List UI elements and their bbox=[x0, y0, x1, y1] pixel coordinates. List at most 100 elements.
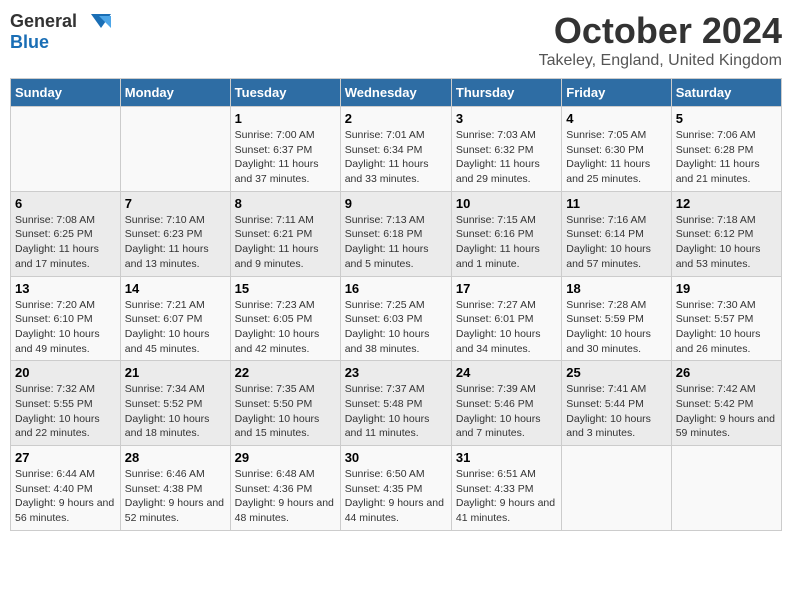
day-cell: 17 Sunrise: 7:27 AM Sunset: 6:01 PM Dayli… bbox=[451, 276, 561, 361]
day-info: Sunrise: 7:23 AM Sunset: 6:05 PM Dayligh… bbox=[235, 299, 320, 355]
day-cell: 31 Sunrise: 6:51 AM Sunset: 4:33 PM Dayli… bbox=[451, 446, 561, 531]
day-number: 7 bbox=[125, 196, 226, 211]
column-header-wednesday: Wednesday bbox=[340, 79, 451, 107]
day-cell: 19Sunrise: 7:30 AM Sunset: 5:57 PM Dayli… bbox=[671, 276, 781, 361]
week-row-5: 27Sunrise: 6:44 AM Sunset: 4:40 PM Dayli… bbox=[11, 446, 782, 531]
day-info: Sunrise: 7:05 AM Sunset: 6:30 PM Dayligh… bbox=[566, 129, 650, 185]
day-info: Sunrise: 7:00 AM Sunset: 6:37 PM Dayligh… bbox=[235, 129, 319, 185]
column-header-saturday: Saturday bbox=[671, 79, 781, 107]
location-title: Takeley, England, United Kingdom bbox=[539, 52, 782, 70]
day-info: Sunrise: 7:06 AM Sunset: 6:28 PM Dayligh… bbox=[676, 129, 760, 185]
day-info: Sunrise: 6:44 AM Sunset: 4:40 PM Dayligh… bbox=[15, 468, 114, 524]
header-row: SundayMondayTuesdayWednesdayThursdayFrid… bbox=[11, 79, 782, 107]
day-cell: 24Sunrise: 7:39 AM Sunset: 5:46 PM Dayli… bbox=[451, 361, 561, 446]
day-number: 19 bbox=[676, 281, 777, 296]
day-number: 13 bbox=[15, 281, 116, 296]
day-cell: 12 Sunrise: 7:18 AM Sunset: 6:12 PM Dayli… bbox=[671, 191, 781, 276]
day-cell: 5 Sunrise: 7:06 AM Sunset: 6:28 PM Daylig… bbox=[671, 107, 781, 192]
day-number: 28 bbox=[125, 450, 226, 465]
day-number: 31 bbox=[456, 450, 557, 465]
header: General Blue October 2024 Takeley, Engla… bbox=[10, 10, 782, 70]
week-row-1: 1 Sunrise: 7:00 AM Sunset: 6:37 PM Daylig… bbox=[11, 107, 782, 192]
day-cell: 27Sunrise: 6:44 AM Sunset: 4:40 PM Dayli… bbox=[11, 446, 121, 531]
day-number: 17 bbox=[456, 281, 557, 296]
day-number: 2 bbox=[345, 111, 447, 126]
day-info: Sunrise: 6:51 AM Sunset: 4:33 PM Dayligh… bbox=[456, 468, 555, 524]
day-number: 10 bbox=[456, 196, 557, 211]
day-number: 30 bbox=[345, 450, 447, 465]
day-info: Sunrise: 7:34 AM Sunset: 5:52 PM Dayligh… bbox=[125, 383, 210, 439]
day-number: 3 bbox=[456, 111, 557, 126]
day-info: Sunrise: 7:08 AM Sunset: 6:25 PM Dayligh… bbox=[15, 214, 99, 270]
day-number: 8 bbox=[235, 196, 336, 211]
day-cell: 18Sunrise: 7:28 AM Sunset: 5:59 PM Dayli… bbox=[562, 276, 671, 361]
day-cell: 1 Sunrise: 7:00 AM Sunset: 6:37 PM Daylig… bbox=[230, 107, 340, 192]
day-cell: 11 Sunrise: 7:16 AM Sunset: 6:14 PM Dayli… bbox=[562, 191, 671, 276]
column-header-thursday: Thursday bbox=[451, 79, 561, 107]
calendar-table: SundayMondayTuesdayWednesdayThursdayFrid… bbox=[10, 78, 782, 531]
day-cell: 28 Sunrise: 6:46 AM Sunset: 4:38 PM Dayli… bbox=[120, 446, 230, 531]
day-info: Sunrise: 7:15 AM Sunset: 6:16 PM Dayligh… bbox=[456, 214, 540, 270]
day-info: Sunrise: 7:10 AM Sunset: 6:23 PM Dayligh… bbox=[125, 214, 209, 270]
day-cell: 8 Sunrise: 7:11 AM Sunset: 6:21 PM Daylig… bbox=[230, 191, 340, 276]
day-cell bbox=[562, 446, 671, 531]
day-info: Sunrise: 7:20 AM Sunset: 6:10 PM Dayligh… bbox=[15, 299, 100, 355]
day-number: 9 bbox=[345, 196, 447, 211]
week-row-2: 6 Sunrise: 7:08 AM Sunset: 6:25 PM Daylig… bbox=[11, 191, 782, 276]
day-cell: 6 Sunrise: 7:08 AM Sunset: 6:25 PM Daylig… bbox=[11, 191, 121, 276]
logo-icon bbox=[81, 10, 111, 32]
week-row-4: 20Sunrise: 7:32 AM Sunset: 5:55 PM Dayli… bbox=[11, 361, 782, 446]
day-info: Sunrise: 7:28 AM Sunset: 5:59 PM Dayligh… bbox=[566, 299, 651, 355]
column-header-sunday: Sunday bbox=[11, 79, 121, 107]
day-number: 22 bbox=[235, 365, 336, 380]
day-info: Sunrise: 7:16 AM Sunset: 6:14 PM Dayligh… bbox=[566, 214, 651, 270]
day-number: 12 bbox=[676, 196, 777, 211]
day-cell: 9 Sunrise: 7:13 AM Sunset: 6:18 PM Daylig… bbox=[340, 191, 451, 276]
day-cell: 3 Sunrise: 7:03 AM Sunset: 6:32 PM Daylig… bbox=[451, 107, 561, 192]
day-info: Sunrise: 7:01 AM Sunset: 6:34 PM Dayligh… bbox=[345, 129, 429, 185]
month-title: October 2024 bbox=[539, 10, 782, 52]
day-info: Sunrise: 7:37 AM Sunset: 5:48 PM Dayligh… bbox=[345, 383, 430, 439]
day-cell: 2 Sunrise: 7:01 AM Sunset: 6:34 PM Daylig… bbox=[340, 107, 451, 192]
day-cell: 14Sunrise: 7:21 AM Sunset: 6:07 PM Dayli… bbox=[120, 276, 230, 361]
day-cell: 25 Sunrise: 7:41 AM Sunset: 5:44 PM Dayli… bbox=[562, 361, 671, 446]
day-cell: 15 Sunrise: 7:23 AM Sunset: 6:05 PM Dayli… bbox=[230, 276, 340, 361]
day-number: 26 bbox=[676, 365, 777, 380]
day-info: Sunrise: 7:42 AM Sunset: 5:42 PM Dayligh… bbox=[676, 383, 775, 439]
day-number: 6 bbox=[15, 196, 116, 211]
day-cell: 10 Sunrise: 7:15 AM Sunset: 6:16 PM Dayli… bbox=[451, 191, 561, 276]
column-header-friday: Friday bbox=[562, 79, 671, 107]
day-number: 23 bbox=[345, 365, 447, 380]
day-info: Sunrise: 6:48 AM Sunset: 4:36 PM Dayligh… bbox=[235, 468, 334, 524]
day-info: Sunrise: 6:46 AM Sunset: 4:38 PM Dayligh… bbox=[125, 468, 224, 524]
day-cell: 13 Sunrise: 7:20 AM Sunset: 6:10 PM Dayli… bbox=[11, 276, 121, 361]
day-info: Sunrise: 7:13 AM Sunset: 6:18 PM Dayligh… bbox=[345, 214, 429, 270]
day-cell: 7 Sunrise: 7:10 AM Sunset: 6:23 PM Daylig… bbox=[120, 191, 230, 276]
column-header-monday: Monday bbox=[120, 79, 230, 107]
day-cell: 26 Sunrise: 7:42 AM Sunset: 5:42 PM Dayli… bbox=[671, 361, 781, 446]
day-info: Sunrise: 7:11 AM Sunset: 6:21 PM Dayligh… bbox=[235, 214, 319, 270]
day-info: Sunrise: 7:41 AM Sunset: 5:44 PM Dayligh… bbox=[566, 383, 651, 439]
day-info: Sunrise: 7:27 AM Sunset: 6:01 PM Dayligh… bbox=[456, 299, 541, 355]
day-cell: 16Sunrise: 7:25 AM Sunset: 6:03 PM Dayli… bbox=[340, 276, 451, 361]
day-cell: 21Sunrise: 7:34 AM Sunset: 5:52 PM Dayli… bbox=[120, 361, 230, 446]
day-info: Sunrise: 7:35 AM Sunset: 5:50 PM Dayligh… bbox=[235, 383, 320, 439]
day-number: 15 bbox=[235, 281, 336, 296]
day-info: Sunrise: 7:18 AM Sunset: 6:12 PM Dayligh… bbox=[676, 214, 761, 270]
day-cell: 23 Sunrise: 7:37 AM Sunset: 5:48 PM Dayli… bbox=[340, 361, 451, 446]
day-number: 11 bbox=[566, 196, 666, 211]
day-cell: 22 Sunrise: 7:35 AM Sunset: 5:50 PM Dayli… bbox=[230, 361, 340, 446]
day-number: 5 bbox=[676, 111, 777, 126]
day-cell bbox=[671, 446, 781, 531]
day-cell bbox=[120, 107, 230, 192]
day-number: 1 bbox=[235, 111, 336, 126]
day-cell: 30Sunrise: 6:50 AM Sunset: 4:35 PM Dayli… bbox=[340, 446, 451, 531]
day-number: 25 bbox=[566, 365, 666, 380]
logo: General Blue bbox=[10, 10, 111, 53]
day-number: 20 bbox=[15, 365, 116, 380]
day-cell bbox=[11, 107, 121, 192]
day-info: Sunrise: 7:03 AM Sunset: 6:32 PM Dayligh… bbox=[456, 129, 540, 185]
day-cell: 20Sunrise: 7:32 AM Sunset: 5:55 PM Dayli… bbox=[11, 361, 121, 446]
day-number: 4 bbox=[566, 111, 666, 126]
day-info: Sunrise: 7:25 AM Sunset: 6:03 PM Dayligh… bbox=[345, 299, 430, 355]
